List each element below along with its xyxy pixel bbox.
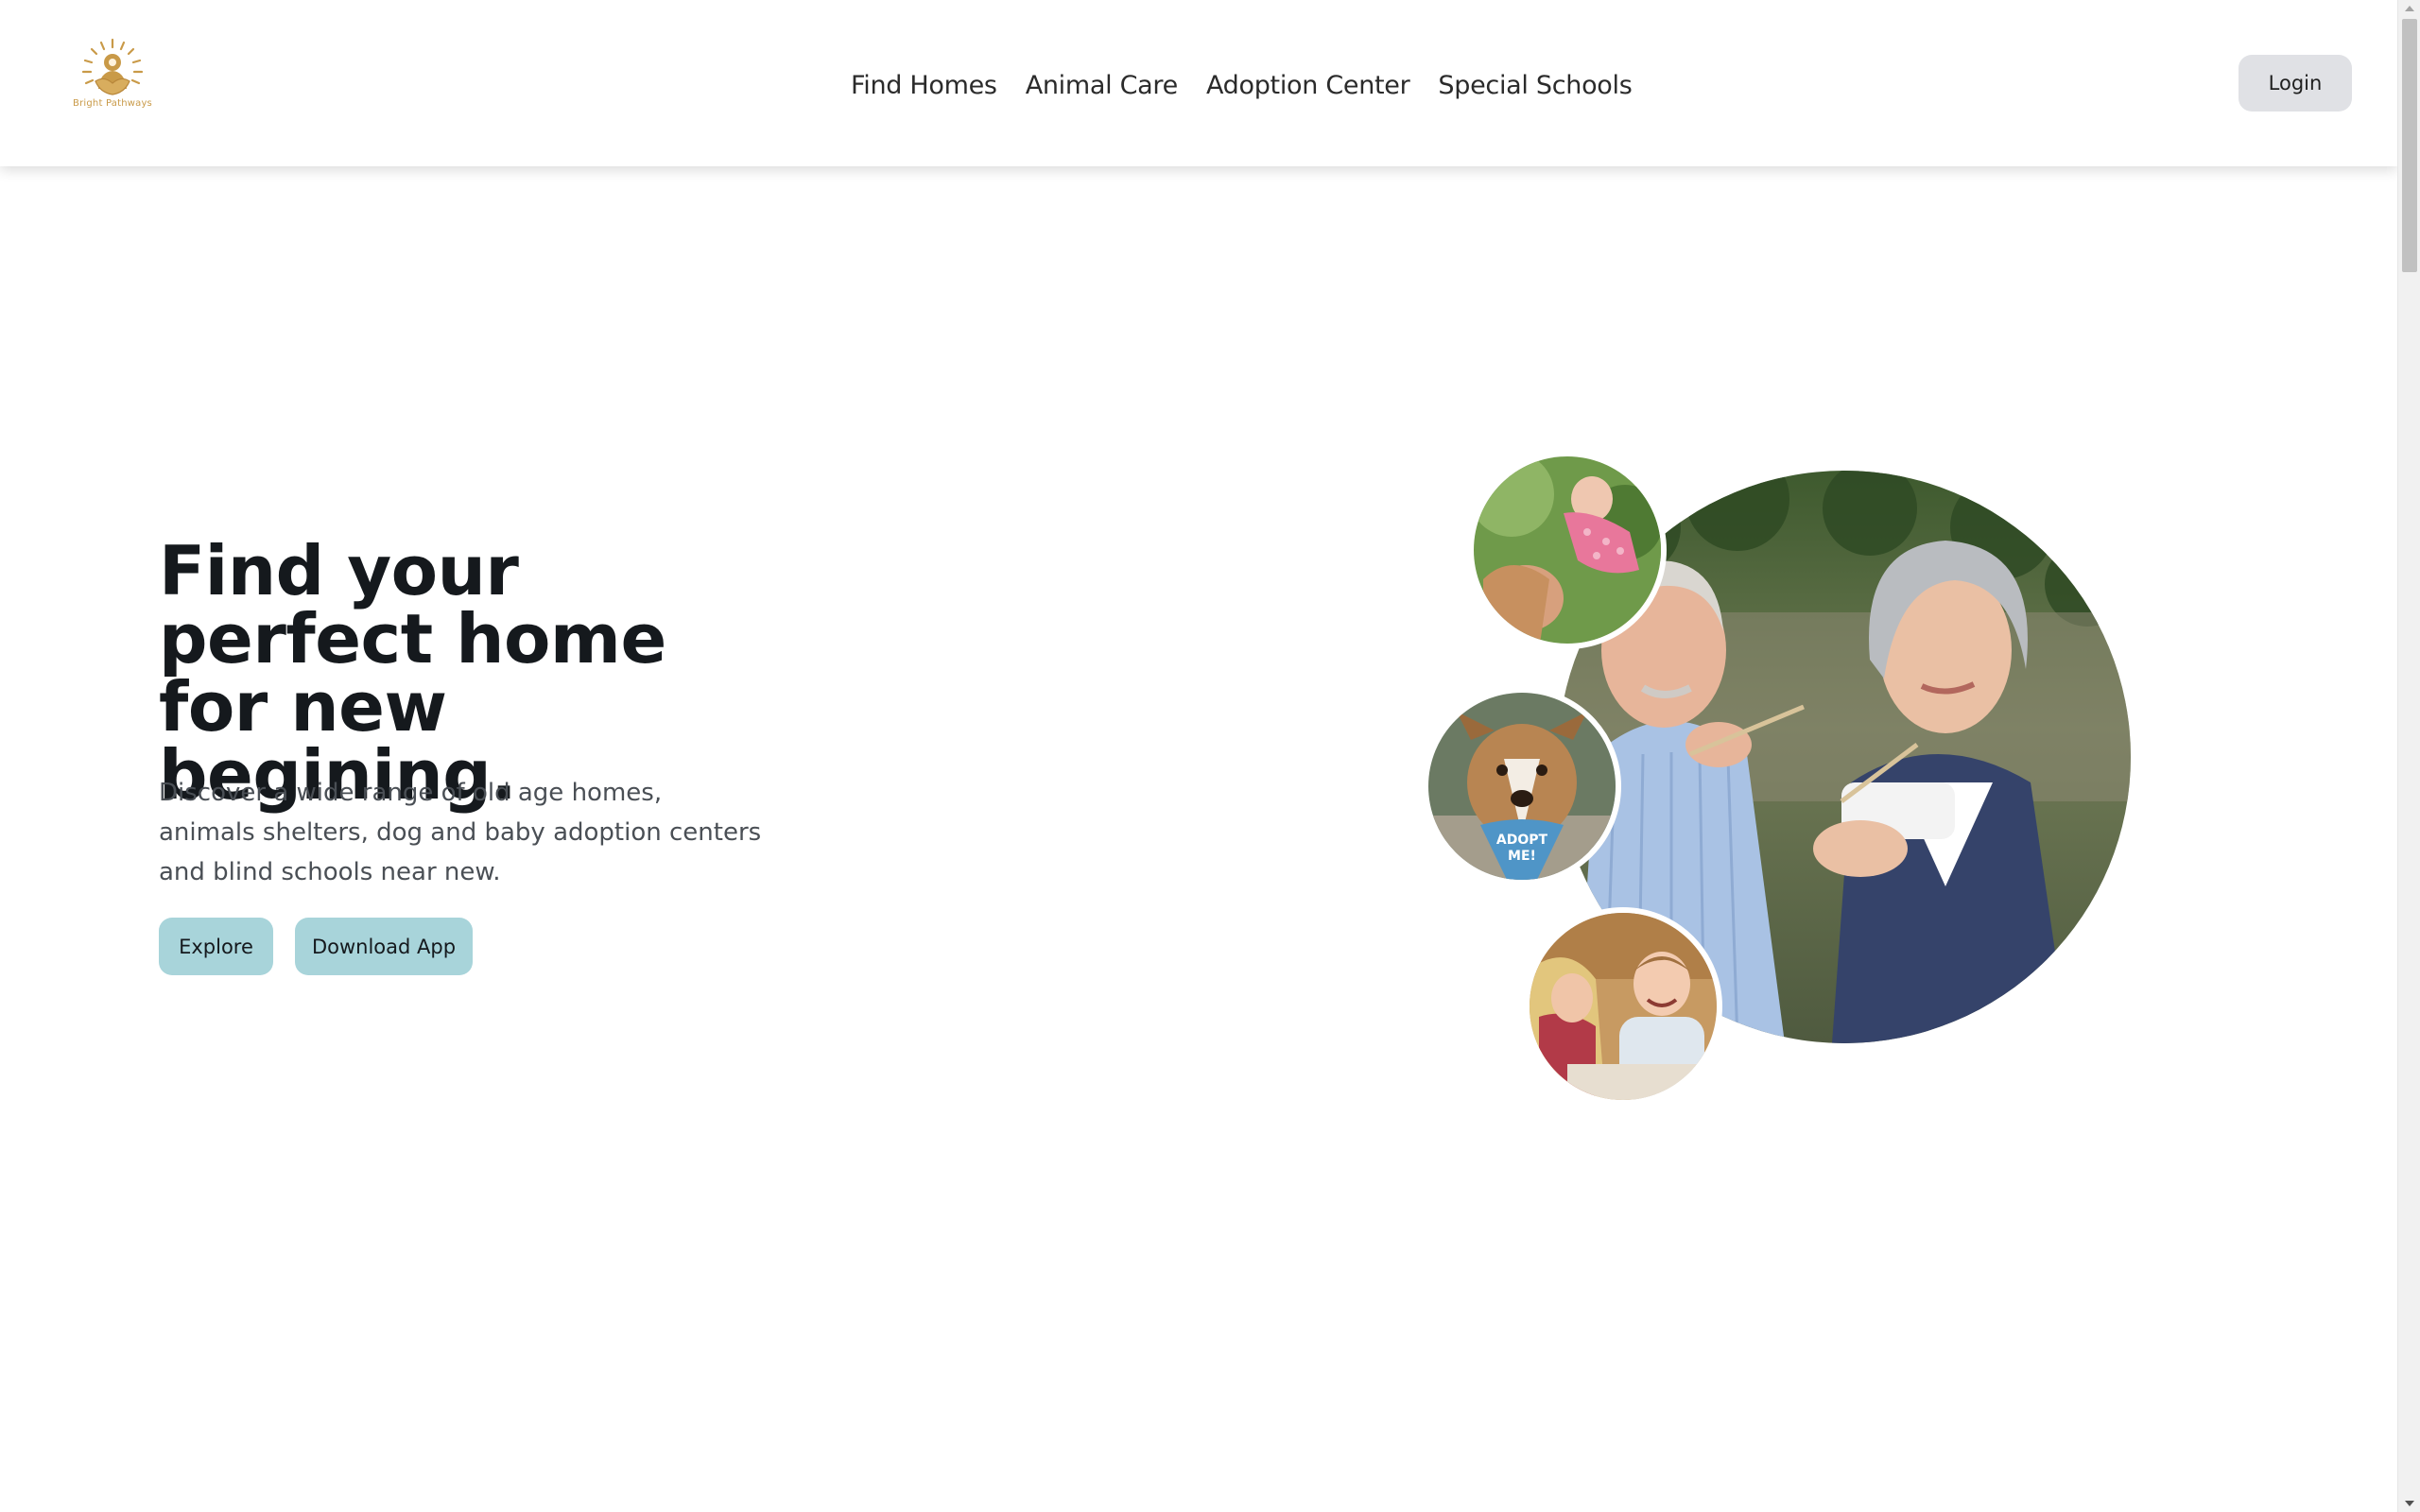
page: Bright Pathways Find Homes Animal Care A… [0, 0, 2420, 1512]
brand-logo[interactable]: Bright Pathways [70, 36, 155, 115]
page-scrollbar[interactable] [2397, 0, 2420, 1512]
hero-description: Discover a wide range of old age homes, … [159, 779, 762, 886]
scroll-down-arrow-icon[interactable] [2398, 1495, 2420, 1512]
logo-emblem-icon [81, 38, 144, 95]
bandana-text-line1: ADOPT [1496, 833, 1548, 848]
mother-baby-photo [1468, 451, 1667, 649]
nav-adoption-center[interactable]: Adoption Center [1206, 71, 1410, 100]
nav-special-schools[interactable]: Special Schools [1438, 71, 1632, 100]
scrollbar-thumb[interactable] [2402, 19, 2417, 272]
nav-find-homes[interactable]: Find Homes [851, 71, 997, 100]
download-app-button[interactable]: Download App [295, 918, 473, 975]
bandana-text-line2: ME! [1508, 849, 1536, 864]
login-button[interactable]: Login [2238, 55, 2352, 112]
teacher-kid-photo [1524, 907, 1722, 1106]
main-nav: Find Homes Animal Care Adoption Center S… [851, 64, 1633, 106]
hero-title: Find your perfect home for new begining. [159, 531, 666, 815]
nav-animal-care[interactable]: Animal Care [1026, 71, 1179, 100]
adoptable-dog-photo: ADOPT ME! [1423, 687, 1621, 885]
brand-name: Bright Pathways [73, 98, 152, 109]
scroll-up-arrow-icon[interactable] [2398, 0, 2420, 17]
explore-button[interactable]: Explore [159, 918, 273, 975]
site-header: Bright Pathways Find Homes Animal Care A… [0, 0, 2397, 166]
